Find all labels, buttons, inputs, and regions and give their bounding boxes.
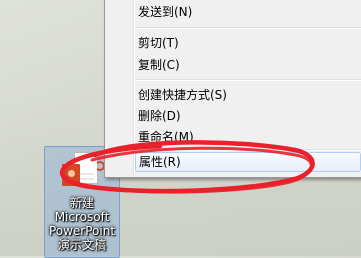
icon-label-line: 新建 [69, 196, 94, 210]
doc-line [80, 178, 94, 180]
menu-item-delete[interactable]: 删除(D) [135, 106, 361, 126]
badge-dot [68, 170, 75, 177]
powerpoint-badge-icon [62, 164, 80, 186]
menu-item-send-to[interactable]: 发送到(N) [135, 2, 361, 22]
icon-label-line: Microsoft [54, 210, 110, 224]
context-menu: 发送到(N) 剪切(T) 复制(C) 创建快捷方式(S) 删除(D) 重命名(M… [104, 0, 361, 178]
menu-item-create-shortcut[interactable]: 创建快捷方式(S) [135, 85, 361, 105]
icon-label-line: PowerPoint [48, 224, 116, 238]
menu-item-properties[interactable]: 属性(R) [135, 152, 361, 172]
menu-separator [135, 79, 361, 81]
menu-item-rename[interactable]: 重命名(M) [135, 127, 361, 147]
icon-label-line: 演示文稿 [57, 238, 106, 252]
doc-line [80, 173, 94, 175]
menu-item-cut[interactable]: 剪切(T) [135, 33, 361, 53]
menu-separator [135, 149, 361, 151]
menu-item-copy[interactable]: 复制(C) [135, 55, 361, 75]
menu-separator [135, 27, 361, 29]
powerpoint-file-icon[interactable] [62, 150, 105, 190]
desktop-icon-label[interactable]: 新建 Microsoft PowerPoint 演示文稿 [44, 196, 120, 252]
